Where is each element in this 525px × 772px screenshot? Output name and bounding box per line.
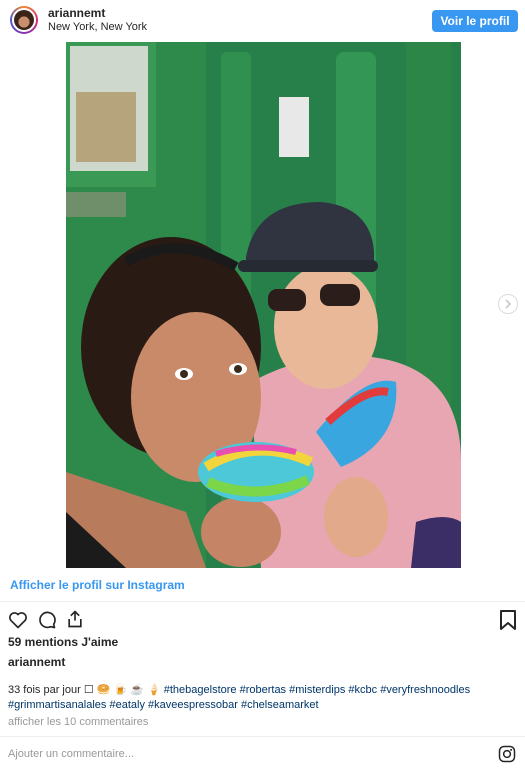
next-photo-button[interactable] xyxy=(498,294,518,314)
instagram-icon xyxy=(498,745,516,763)
caption: 33 fois par jour ☐ 🥯 🍺 ☕ 🍦 #thebagelstor… xyxy=(8,683,513,713)
comment-button[interactable] xyxy=(37,610,57,635)
save-button[interactable] xyxy=(498,609,518,636)
instagram-embed: ariannemt New York, New York Voir le pro… xyxy=(0,0,525,772)
post-photo[interactable] xyxy=(66,42,461,568)
view-comments-link[interactable]: afficher les 10 commentaires xyxy=(8,716,148,728)
view-profile-on-instagram-link[interactable]: Afficher le profil sur Instagram xyxy=(10,578,185,592)
post-header: ariannemt New York, New York Voir le pro… xyxy=(0,0,525,42)
chevron-right-icon xyxy=(505,299,512,309)
avatar-ring-inner xyxy=(12,8,36,32)
like-button[interactable] xyxy=(8,610,28,635)
username[interactable]: ariannemt xyxy=(48,6,105,20)
heart-icon xyxy=(9,612,27,629)
divider xyxy=(0,736,525,737)
share-icon xyxy=(68,610,82,628)
avatar[interactable] xyxy=(10,6,38,34)
share-button[interactable] xyxy=(65,609,85,634)
comment-icon xyxy=(39,611,56,629)
likes-count[interactable]: 59 mentions J'aime xyxy=(8,635,118,649)
photo-illustration xyxy=(66,42,461,568)
avatar-photo xyxy=(14,10,34,30)
divider xyxy=(0,601,525,602)
view-profile-button[interactable]: Voir le profil xyxy=(432,10,518,32)
location[interactable]: New York, New York xyxy=(48,21,147,33)
instagram-logo-link[interactable] xyxy=(498,745,516,768)
bookmark-icon xyxy=(500,610,516,630)
caption-text: 33 fois par jour ☐ 🥯 🍺 ☕ 🍦 xyxy=(8,684,164,696)
caption-author[interactable]: ariannemt xyxy=(8,655,65,669)
add-comment-input[interactable]: Ajouter un commentaire... xyxy=(8,748,134,760)
